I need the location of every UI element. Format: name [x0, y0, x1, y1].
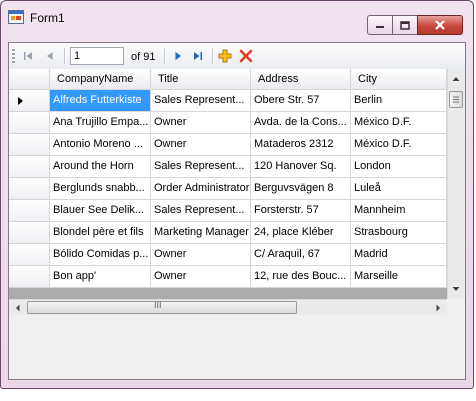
table-cell[interactable]: Forsterstr. 57	[251, 200, 351, 222]
table-cell[interactable]: Blondel père et fils	[50, 222, 151, 244]
data-grid[interactable]: CompanyName Title Address City Alfreds F…	[9, 69, 465, 315]
minimize-button[interactable]	[367, 15, 393, 35]
table-cell[interactable]: Bon app'	[50, 266, 151, 288]
table-cell[interactable]: Bólido Comidas p...	[50, 244, 151, 266]
column-header-title[interactable]: Title	[151, 69, 251, 90]
scroll-right-icon[interactable]	[431, 301, 445, 315]
move-next-button[interactable]	[169, 47, 187, 65]
move-previous-button[interactable]	[41, 47, 59, 65]
table-cell[interactable]: Sales Represent...	[151, 156, 251, 178]
delete-button[interactable]	[237, 47, 255, 65]
binding-navigator: of 91	[9, 43, 465, 70]
scroll-down-icon[interactable]	[448, 281, 464, 297]
main-window: Form1 of 91	[0, 0, 474, 389]
grip-icon	[453, 96, 459, 103]
row-header[interactable]	[9, 200, 50, 222]
column-header-companyname[interactable]: CompanyName	[50, 69, 151, 90]
table-cell[interactable]: Ana Trujillo Empa...	[50, 112, 151, 134]
scroll-left-icon[interactable]	[11, 301, 25, 315]
table-cell[interactable]: Mataderos 2312	[251, 134, 351, 156]
close-button[interactable]	[417, 15, 463, 35]
table-cell[interactable]: Alfreds Futterkiste	[50, 90, 151, 112]
scrollbar-corner	[447, 299, 465, 315]
row-header[interactable]	[9, 156, 50, 178]
table-cell[interactable]: Owner	[151, 244, 251, 266]
row-header[interactable]	[9, 112, 50, 134]
app-icon	[8, 10, 24, 24]
table-cell[interactable]: Strasbourg	[351, 222, 447, 244]
horizontal-scrollbar[interactable]: III	[9, 299, 447, 315]
table-cell[interactable]: Blauer See Delik...	[50, 200, 151, 222]
toolbar-separator	[64, 48, 66, 64]
horizontal-scroll-thumb[interactable]: III	[27, 300, 297, 314]
table-cell[interactable]: Berguvsvägen 8	[251, 178, 351, 200]
minimize-icon	[376, 26, 384, 28]
vertical-scroll-thumb[interactable]	[449, 91, 463, 108]
table-cell[interactable]: Owner	[151, 112, 251, 134]
row-header-current[interactable]	[9, 90, 50, 112]
move-previous-icon	[47, 52, 53, 60]
column-header-city[interactable]: City	[351, 69, 447, 90]
toolbar-separator	[164, 48, 166, 64]
table-cell[interactable]: Around the Horn	[50, 156, 151, 178]
move-next-icon	[175, 52, 181, 60]
table-cell[interactable]: Mannheim	[351, 200, 447, 222]
table-cell[interactable]: Avda. de la Cons...	[251, 112, 351, 134]
maximize-icon	[400, 20, 410, 30]
vertical-scrollbar[interactable]	[447, 69, 465, 299]
table-cell[interactable]: México D.F.	[351, 134, 447, 156]
toolbar-separator	[212, 48, 214, 64]
close-icon	[435, 20, 445, 30]
table-cell[interactable]: Marseille	[351, 266, 447, 288]
table-cell[interactable]: Madrid	[351, 244, 447, 266]
row-header[interactable]	[9, 244, 50, 266]
table-cell[interactable]: Owner	[151, 266, 251, 288]
add-new-icon	[218, 49, 232, 63]
table-cell[interactable]: Owner	[151, 134, 251, 156]
delete-icon	[239, 49, 253, 63]
table-cell[interactable]: Berlin	[351, 90, 447, 112]
current-row-indicator-icon	[18, 97, 23, 105]
table-cell[interactable]: México D.F.	[351, 112, 447, 134]
table-cell[interactable]: 120 Hanover Sq.	[251, 156, 351, 178]
move-first-button[interactable]	[19, 47, 37, 65]
table-cell[interactable]: London	[351, 156, 447, 178]
row-header[interactable]	[9, 178, 50, 200]
form-client-area: of 91 CompanyName Title Address City	[8, 42, 466, 380]
window-title: Form1	[30, 11, 65, 25]
thumb-grip: III	[154, 300, 162, 310]
table-cell[interactable]: Antonio Moreno ...	[50, 134, 151, 156]
table-cell[interactable]: 24, place Kléber	[251, 222, 351, 244]
column-header-address[interactable]: Address	[251, 69, 351, 90]
position-input[interactable]	[70, 47, 124, 65]
top-left-header-cell[interactable]	[9, 69, 50, 90]
maximize-button[interactable]	[392, 15, 418, 35]
table-cell[interactable]: Marketing Manager	[151, 222, 251, 244]
move-first-icon	[24, 52, 32, 60]
move-last-button[interactable]	[189, 47, 207, 65]
row-header[interactable]	[9, 266, 50, 288]
table-cell[interactable]: C/ Araquil, 67	[251, 244, 351, 266]
record-count: of 91	[131, 51, 156, 63]
table-cell[interactable]: Berglunds snabb...	[50, 178, 151, 200]
table-cell[interactable]: Order Administrator	[151, 178, 251, 200]
table-cell[interactable]: Luleå	[351, 178, 447, 200]
add-new-button[interactable]	[216, 47, 234, 65]
row-header[interactable]	[9, 134, 50, 156]
scroll-up-icon[interactable]	[448, 71, 464, 87]
table-cell[interactable]: 12, rue des Bouc...	[251, 266, 351, 288]
title-bar[interactable]: Form1	[1, 1, 473, 35]
toolbar-grip[interactable]	[12, 49, 15, 63]
move-last-icon	[194, 52, 202, 60]
table-cell[interactable]: Obere Str. 57	[251, 90, 351, 112]
table-cell[interactable]: Sales Represent...	[151, 90, 251, 112]
table-cell[interactable]: Sales Represent...	[151, 200, 251, 222]
row-header[interactable]	[9, 222, 50, 244]
